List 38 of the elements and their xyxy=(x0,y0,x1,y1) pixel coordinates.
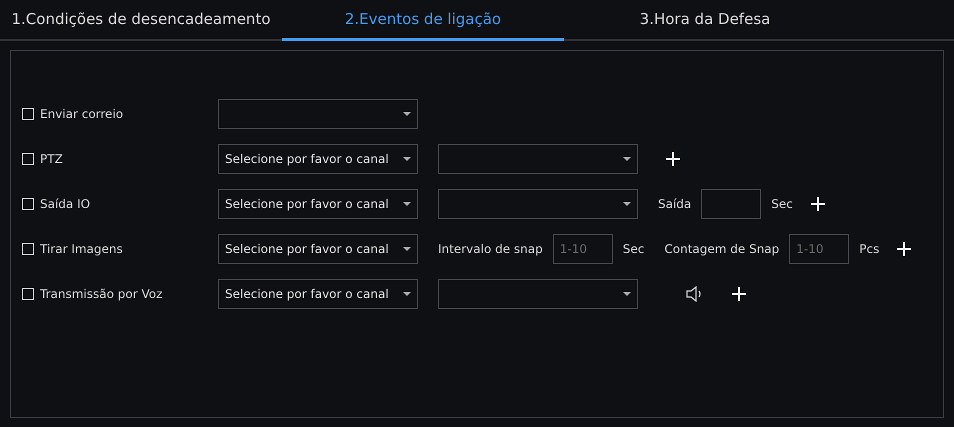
caret-icon xyxy=(403,246,411,250)
input-field[interactable] xyxy=(701,188,762,218)
checkbox-label: Enviar correio xyxy=(40,106,124,122)
field-label: Contagem de Snap xyxy=(664,240,780,258)
checkbox-label: Saída IO xyxy=(40,196,90,212)
field-label: Sec xyxy=(771,196,793,212)
caret-icon xyxy=(403,292,411,296)
field-label: Pcs xyxy=(859,240,880,258)
input-field[interactable]: 1-10 xyxy=(789,234,850,264)
caret-icon xyxy=(623,202,631,206)
caret-icon xyxy=(403,112,411,116)
checkbox[interactable] xyxy=(22,242,34,254)
checkbox[interactable] xyxy=(22,198,34,210)
checkbox[interactable] xyxy=(22,288,34,300)
tab[interactable]: 2.Eventos de ligação xyxy=(282,0,564,41)
checkbox-label: Tirar Imagens xyxy=(40,240,123,258)
caret-icon xyxy=(403,202,411,206)
add-icon[interactable] xyxy=(897,242,912,256)
dropdown[interactable]: Selecione por favor o canal xyxy=(218,278,418,308)
checkbox[interactable] xyxy=(22,152,34,164)
checkbox[interactable] xyxy=(22,108,34,120)
caret-icon xyxy=(623,156,631,160)
tab[interactable]: 3.Hora da Defesa xyxy=(564,0,846,41)
tab[interactable]: 1.Condições de desencadeamento xyxy=(0,0,282,41)
field-label: Intervalo de snap xyxy=(438,240,543,258)
dropdown[interactable]: Selecione por favor o canal xyxy=(218,144,418,174)
input-field[interactable]: 1-10 xyxy=(552,234,613,264)
checkbox-label: PTZ xyxy=(40,150,63,168)
dropdown[interactable]: Selecione por favor o canal xyxy=(218,234,418,264)
dropdown[interactable]: Selecione por favor o canal xyxy=(218,188,418,218)
caret-icon xyxy=(623,292,631,296)
field-label: Saída xyxy=(658,196,692,212)
add-icon[interactable] xyxy=(732,287,746,302)
checkbox-label: Transmissão por Voz xyxy=(40,286,162,302)
add-icon[interactable] xyxy=(810,197,825,212)
add-icon[interactable] xyxy=(666,152,680,166)
caret-icon xyxy=(403,156,411,160)
field-label: Sec xyxy=(622,240,644,258)
